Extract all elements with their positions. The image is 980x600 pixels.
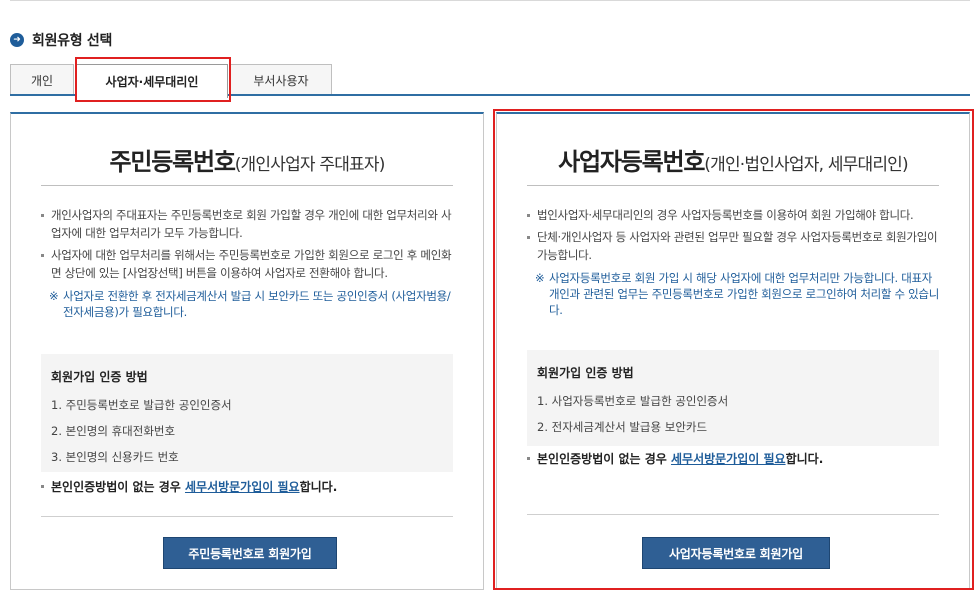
auth-step: 1. 주민등록번호로 발급한 공인인증서	[51, 398, 232, 412]
top-divider	[10, 0, 970, 4]
description-item: 법인사업자·세무대리인의 경우 사업자등록번호를 이용하여 회원 가입해야 합니…	[527, 206, 945, 224]
resident-signup-button[interactable]: 주민등록번호로 회원가입	[163, 537, 337, 569]
visit-office-link[interactable]: 세무서방문가입이 필요	[185, 480, 300, 494]
notice-text-body: 사업자등록번호로 회원 가입 시 해당 사업자에 대한 업무처리만 가능합니다.…	[549, 271, 939, 317]
business-number-panel: 사업자등록번호(개인·법인사업자, 세무대리인) 법인사업자·세무대리인의 경우…	[496, 112, 970, 590]
auth-method-title: 회원가입 인증 방법	[537, 366, 634, 380]
auth-step: 2. 본인명의 휴대전화번호	[51, 424, 176, 438]
tab-individual[interactable]: 개인	[10, 64, 74, 96]
panel-description: 개인사업자의 주대표자는 주민등록번호로 회원 가입할 경우 개인에 대한 업무…	[41, 206, 459, 320]
visit-office-prefix: 본인인증방법이 없는 경우	[537, 452, 671, 466]
notice-text: ※ 사업자로 전환한 후 전자세금계산서 발급 시 보안카드 또는 공인인증서 (…	[41, 288, 459, 320]
member-type-tabs: 개인 사업자·세무대리인 부서사용자	[10, 64, 970, 98]
panel-heading-main: 사업자등록번호	[558, 148, 705, 176]
panel-heading: 주민등록번호(개인사업자 주대표자)	[41, 142, 453, 186]
visit-office-link[interactable]: 세무서방문가입이 필요	[671, 452, 786, 466]
arrow-circle-icon: ➜	[10, 33, 24, 47]
description-item: 개인사업자의 주대표자는 주민등록번호로 회원 가입할 경우 개인에 대한 업무…	[41, 206, 459, 242]
tab-department-user[interactable]: 부서사용자	[230, 64, 332, 96]
section-title-label: 회원유형 선택	[32, 33, 113, 49]
visit-office-note: 본인인증방법이 없는 경우 세무서방문가입이 필요합니다.	[41, 478, 453, 495]
resident-number-panel: 주민등록번호(개인사업자 주대표자) 개인사업자의 주대표자는 주민등록번호로 …	[10, 112, 484, 590]
reference-mark-icon: ※	[535, 271, 545, 285]
panel-heading-main: 주민등록번호	[109, 148, 235, 176]
notice-text-body: 사업자로 전환한 후 전자세금계산서 발급 시 보안카드 또는 공인인증서 (사…	[63, 289, 451, 319]
description-item: 사업자에 대한 업무처리를 위해서는 주민등록번호로 가입한 회원으로 로그인 …	[41, 246, 459, 282]
panel-heading: 사업자등록번호(개인·법인사업자, 세무대리인)	[527, 142, 939, 186]
panel-heading-sub: (개인사업자 주대표자)	[234, 155, 386, 175]
visit-office-note: 본인인증방법이 없는 경우 세무서방문가입이 필요합니다.	[527, 450, 939, 467]
notice-text: ※ 사업자등록번호로 회원 가입 시 해당 사업자에 대한 업무처리만 가능합니다…	[527, 270, 945, 318]
visit-office-suffix: 합니다.	[785, 452, 824, 466]
panel-description: 법인사업자·세무대리인의 경우 사업자등록번호를 이용하여 회원 가입해야 합니…	[527, 206, 945, 318]
tab-business-tax-agent[interactable]: 사업자·세무대리인	[76, 64, 228, 98]
auth-step: 3. 본인명의 신용카드 번호	[51, 450, 179, 464]
panel-footer-divider	[41, 516, 453, 517]
visit-office-prefix: 본인인증방법이 없는 경우	[51, 480, 185, 494]
section-title: ➜ 회원유형 선택	[10, 30, 112, 50]
visit-office-suffix: 합니다.	[299, 480, 338, 494]
auth-step: 2. 전자세금계산서 발급용 보안카드	[537, 420, 708, 434]
auth-method-box: 회원가입 인증 방법 1. 주민등록번호로 발급한 공인인증서 2. 본인명의 …	[41, 354, 453, 472]
panel-footer-divider	[527, 514, 939, 515]
auth-method-box: 회원가입 인증 방법 1. 사업자등록번호로 발급한 공인인증서 2. 전자세금…	[527, 350, 939, 446]
auth-step: 1. 사업자등록번호로 발급한 공인인증서	[537, 394, 729, 408]
reference-mark-icon: ※	[49, 289, 59, 303]
panel-heading-sub: (개인·법인사업자, 세무대리인)	[704, 155, 908, 175]
description-item: 단체·개인사업자 등 사업자와 관련된 업무만 필요할 경우 사업자등록번호로 …	[527, 228, 945, 264]
business-signup-button[interactable]: 사업자등록번호로 회원가입	[642, 537, 830, 569]
auth-method-title: 회원가입 인증 방법	[51, 370, 148, 384]
